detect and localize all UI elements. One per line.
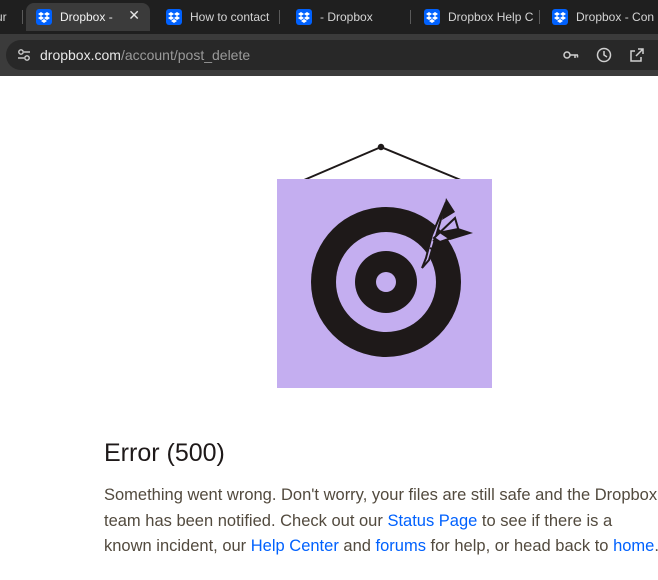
address-bar: dropbox.com/account/post_delete bbox=[0, 34, 658, 76]
error-message: Something went wrong. Don't worry, your … bbox=[104, 483, 658, 560]
tab-separator bbox=[410, 10, 411, 24]
dropbox-favicon-icon bbox=[424, 9, 440, 25]
tab-dropbox-help[interactable]: Dropbox Help C bbox=[418, 3, 542, 31]
tab-dropbox-active[interactable]: Dropbox - ✕ bbox=[26, 3, 150, 31]
tune-icon[interactable] bbox=[16, 47, 32, 63]
tab-title: How to contact bbox=[190, 10, 270, 24]
tab-separator bbox=[22, 10, 23, 24]
error-text: for help, or head back to bbox=[425, 537, 614, 555]
tab-title: - Dropbox bbox=[320, 10, 373, 24]
key-icon[interactable] bbox=[562, 46, 580, 64]
tab-title: Dropbox - Con bbox=[576, 10, 655, 24]
omnibox[interactable]: dropbox.com/account/post_delete bbox=[6, 40, 658, 70]
tab-how-to-contact[interactable]: How to contact bbox=[160, 3, 272, 31]
tab-title: ur bbox=[0, 10, 7, 24]
dropbox-favicon-icon bbox=[296, 9, 312, 25]
error-text: and bbox=[338, 537, 376, 555]
share-icon[interactable] bbox=[628, 46, 646, 64]
tab-dropbox[interactable]: - Dropbox bbox=[290, 3, 408, 31]
tab-separator bbox=[279, 10, 280, 24]
url-text[interactable]: dropbox.com/account/post_delete bbox=[40, 47, 250, 63]
help-center-link[interactable]: Help Center bbox=[251, 537, 339, 555]
history-icon[interactable] bbox=[595, 46, 613, 64]
tab-separator bbox=[539, 10, 540, 24]
hanging-string bbox=[303, 143, 469, 184]
close-tab-icon[interactable]: ✕ bbox=[128, 8, 140, 24]
error-text: . bbox=[654, 537, 658, 555]
tab-title: Dropbox - bbox=[60, 10, 113, 24]
dropbox-favicon-icon bbox=[36, 9, 52, 25]
tab-title: Dropbox Help C bbox=[448, 10, 534, 24]
dropbox-favicon-icon bbox=[166, 9, 182, 25]
url-path: /account/post_delete bbox=[120, 47, 251, 63]
tab-strip: ur Dropbox - ✕ How to contact - Dropbox … bbox=[0, 0, 658, 34]
status-page-link[interactable]: Status Page bbox=[387, 512, 477, 530]
dropbox-favicon-icon bbox=[552, 9, 568, 25]
target-illustration bbox=[277, 143, 492, 388]
tab-dropbox-contact[interactable]: Dropbox - Con bbox=[546, 3, 658, 31]
forums-link[interactable]: forums bbox=[376, 537, 426, 555]
error-title: Error (500) bbox=[104, 439, 225, 467]
url-host: dropbox.com bbox=[40, 47, 121, 63]
home-link[interactable]: home bbox=[613, 537, 654, 555]
tab-partial[interactable]: ur bbox=[0, 3, 16, 31]
